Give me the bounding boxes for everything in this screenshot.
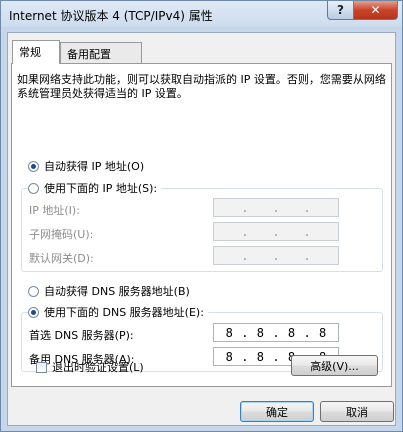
- radio-manual-ip-indicator[interactable]: [28, 182, 39, 194]
- radio-auto-dns-label: 自动获得 DNS 服务器地址(B): [44, 285, 190, 298]
- title-bar[interactable]: Internet 协议版本 4 (TCP/IPv4) 属性 ? ✕: [1, 1, 402, 27]
- cancel-button[interactable]: 取消: [320, 401, 394, 422]
- ip-address-input[interactable]: . . .: [213, 198, 339, 217]
- window-title: Internet 协议版本 4 (TCP/IPv4) 属性: [9, 9, 213, 23]
- advanced-button[interactable]: 高级(V)...: [291, 355, 378, 376]
- ip-dot: .: [303, 248, 311, 263]
- dialog-client: 常规 备用配置 如果网络支持此功能，则可以获取自动指派的 IP 设置。否则，您需…: [7, 32, 396, 426]
- validate-on-exit-label: 退出时验证设置(L): [52, 361, 144, 374]
- tab-general[interactable]: 常规: [12, 40, 60, 64]
- description-text: 如果网络支持此功能，则可以获取自动指派的 IP 设置。否则，您需要从网络系统管理…: [17, 73, 386, 100]
- subnet-mask-input[interactable]: . . .: [213, 222, 339, 241]
- radio-auto-ip[interactable]: 自动获得 IP 地址(O): [28, 158, 149, 174]
- ip-address-label: IP 地址(I):: [29, 204, 80, 217]
- default-gateway-label: 默认网关(D):: [29, 252, 94, 265]
- radio-auto-dns[interactable]: 自动获得 DNS 服务器地址(B): [28, 283, 194, 299]
- radio-manual-ip-label: 使用下面的 IP 地址(S):: [44, 182, 158, 195]
- ip-octet: 8: [319, 325, 327, 340]
- ip-octet: 8: [256, 325, 265, 340]
- ip-dot: .: [241, 325, 249, 340]
- help-button[interactable]: ?: [327, 1, 354, 20]
- ip-dot: .: [272, 200, 280, 215]
- help-icon: ?: [337, 3, 344, 17]
- ip-dot: .: [272, 248, 280, 263]
- tab-alternate-config-label: 备用配置: [67, 48, 111, 61]
- radio-auto-ip-indicator[interactable]: [28, 160, 39, 172]
- radio-manual-ip[interactable]: 使用下面的 IP 地址(S):: [28, 180, 162, 196]
- ip-dot: .: [241, 200, 249, 215]
- ip-dot: .: [303, 325, 311, 340]
- close-icon: ✕: [370, 3, 381, 17]
- ip-dot: .: [241, 349, 249, 364]
- radio-auto-ip-label: 自动获得 IP 地址(O): [44, 160, 145, 173]
- subnet-mask-label: 子网掩码(U):: [29, 228, 94, 241]
- ip-dot: .: [303, 224, 311, 239]
- preferred-dns-label: 首选 DNS 服务器(P):: [29, 329, 134, 342]
- validate-on-exit-checkbox[interactable]: [36, 361, 47, 373]
- close-button[interactable]: ✕: [353, 1, 398, 20]
- default-gateway-input[interactable]: . . .: [213, 246, 339, 265]
- ip-dot: .: [272, 325, 280, 340]
- radio-auto-dns-indicator[interactable]: [28, 285, 39, 297]
- ip-dot: .: [272, 224, 280, 239]
- ok-button[interactable]: 确定: [240, 401, 314, 422]
- radio-manual-dns-label: 使用下面的 DNS 服务器地址(E):: [44, 306, 204, 319]
- ip-octet: 8: [287, 325, 296, 340]
- validate-on-exit[interactable]: 退出时验证设置(L): [36, 359, 144, 375]
- preferred-dns-input[interactable]: 8. 8. 8. 8: [213, 323, 339, 342]
- ip-dot: .: [241, 248, 249, 263]
- ip-dot: .: [303, 200, 311, 215]
- ip-octet: 8: [256, 349, 265, 364]
- ip-octet: 8: [225, 349, 233, 364]
- ip-dot: .: [241, 224, 249, 239]
- tab-general-label: 常规: [19, 46, 41, 59]
- general-panel: 如果网络支持此功能，则可以获取自动指派的 IP 设置。否则，您需要从网络系统管理…: [11, 63, 392, 387]
- dialog-window: Internet 协议版本 4 (TCP/IPv4) 属性 ? ✕ 常规 备用配…: [0, 0, 403, 432]
- radio-manual-dns[interactable]: 使用下面的 DNS 服务器地址(E):: [28, 304, 208, 320]
- radio-manual-dns-indicator[interactable]: [28, 306, 39, 318]
- tab-alternate-config[interactable]: 备用配置: [60, 42, 142, 63]
- ip-octet: 8: [225, 325, 233, 340]
- ip-dot: .: [272, 349, 280, 364]
